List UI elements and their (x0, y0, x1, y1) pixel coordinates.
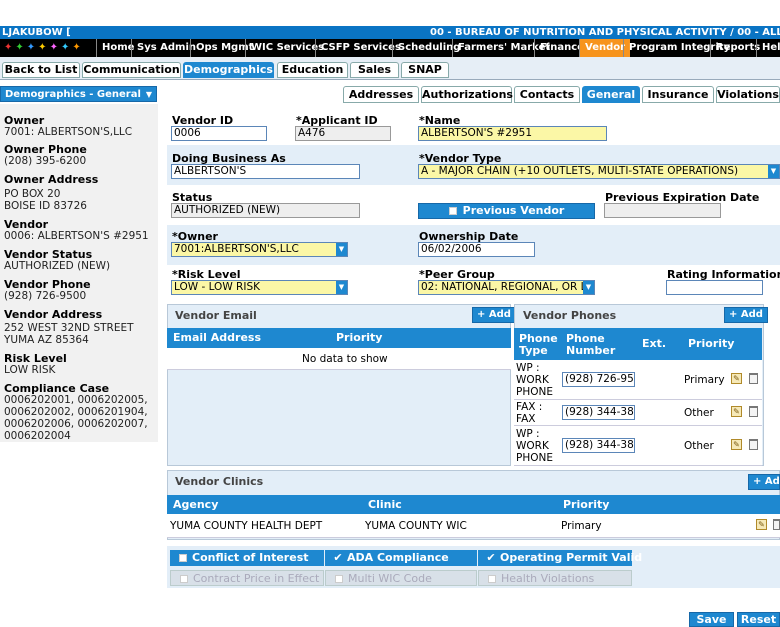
chevron-down-icon: ▼ (336, 243, 347, 256)
tab-contacts[interactable]: Contacts (514, 86, 580, 103)
operating-permit-checkbox[interactable]: ✔ Operating Permit Valid (478, 550, 642, 566)
owner-select[interactable]: 7001:ALBERTSON'S,LLC ▼ (171, 242, 348, 257)
health-violations-checkbox[interactable]: Health Violations (478, 570, 632, 586)
peer-group-select[interactable]: 02: NATIONAL, REGIONAL, OR LOCAL▼ (418, 280, 595, 295)
check-icon: ✔ (333, 551, 343, 564)
trash-icon[interactable] (773, 519, 780, 530)
user-label: LJAKUBOW [ (2, 27, 71, 38)
check-icon: ✔ (486, 551, 496, 564)
status-input: AUTHORIZED (NEW) (171, 203, 360, 218)
trash-icon[interactable] (749, 406, 758, 417)
vendor-type-select[interactable]: A - MAJOR CHAIN (+10 OUTLETS, MULTI-STAT… (418, 164, 780, 179)
email-empty-message: No data to show (302, 353, 388, 365)
trash-icon[interactable] (749, 439, 758, 450)
ada-compliance-checkbox[interactable]: ✔ ADA Compliance (325, 550, 477, 566)
compliance-case-line1: 0006202001, 0006202005, (4, 394, 148, 406)
applicant-id-input: A476 (295, 126, 391, 141)
prev-exp-date-input (604, 203, 721, 218)
email-table-header: Email Address Priority (167, 328, 511, 348)
phone-number-input[interactable]: (928) 344-3829 (562, 405, 635, 420)
chevron-down-icon: ▼ (768, 165, 779, 178)
tab-snap[interactable]: SNAP (401, 62, 449, 78)
rating-info-input[interactable] (666, 280, 763, 295)
checkbox-icon (179, 554, 187, 562)
agency-label: 00 - BUREAU OF NUTRITION AND PHYSICAL AC… (430, 27, 780, 38)
contract-price-checkbox[interactable]: Contract Price in Effect (170, 570, 324, 586)
trash-icon[interactable] (749, 373, 758, 384)
compliance-case-line4: 0006202004 (4, 430, 71, 442)
owner-address-label: Owner Address (4, 173, 99, 186)
vendor-status-value: AUTHORIZED (NEW) (4, 260, 111, 272)
vendor-id-input[interactable]: 0006 (171, 126, 267, 141)
chevron-down-icon: ▼ (145, 90, 152, 99)
tab-insurance[interactable]: Insurance (642, 86, 714, 103)
owner-address-line2: BOISE ID 83726 (4, 200, 87, 212)
app-logo: ✦✦✦✦✦✦✦ (0, 39, 96, 57)
app-root: LJAKUBOW [ 00 - BUREAU OF NUTRITION AND … (0, 0, 780, 627)
nav-help[interactable]: Help (756, 39, 780, 57)
risk-level-value: LOW RISK (4, 364, 56, 376)
edit-icon[interactable]: ✎ (731, 406, 742, 417)
ownership-date-input[interactable]: 06/02/2006 (418, 242, 535, 257)
tab-back-to-list[interactable]: Back to List (2, 62, 80, 78)
name-input[interactable]: ALBERTSON'S #2951 (418, 126, 607, 141)
vendor-value: 0006: ALBERTSON'S #2951 (4, 230, 149, 242)
owner-value: 7001: ALBERTSON'S,LLC (4, 126, 133, 138)
tab-general[interactable]: General (582, 86, 640, 103)
header-bar: LJAKUBOW [ 00 - BUREAU OF NUTRITION AND … (0, 26, 780, 39)
conflict-of-interest-checkbox[interactable]: Conflict of Interest (170, 550, 324, 566)
summary-dropdown[interactable]: Demographics - General ▼ (0, 86, 157, 102)
edit-icon[interactable]: ✎ (731, 439, 742, 450)
col-email-address: Email Address (173, 331, 262, 344)
dba-input[interactable]: ALBERTSON'S (171, 164, 360, 179)
col-agency: Agency (173, 498, 219, 511)
tab-authorizations[interactable]: Authorizations (421, 86, 513, 103)
compliance-case-line2: 0006202002, 0006201904, (4, 406, 148, 418)
edit-icon[interactable]: ✎ (756, 519, 767, 530)
phone-number-input[interactable]: (928) 726-9500 (562, 372, 635, 387)
col-clinic: Clinic (368, 498, 402, 511)
owner-address-line1: PO BOX 20 (4, 188, 61, 200)
checkbox-icon (335, 575, 343, 583)
vendor-clinics-title: Vendor Clinics (175, 475, 264, 488)
risk-level-select[interactable]: LOW - LOW RISK ▼ (171, 280, 348, 295)
phone-number-input[interactable]: (928) 344-3829 (562, 438, 635, 453)
checkbox-icon (180, 575, 188, 583)
tab-communication[interactable]: Communication (82, 62, 181, 78)
compliance-case-line3: 0006202006, 0006202007, (4, 418, 148, 430)
table-row (514, 400, 762, 426)
tab-demographics[interactable]: Demographics (183, 62, 274, 78)
chevron-down-icon: ▼ (336, 281, 347, 294)
checkbox-icon (448, 207, 457, 215)
save-button[interactable]: Save (689, 612, 734, 627)
clinics-table-header: Agency Clinic Priority (167, 495, 780, 514)
col-email-priority: Priority (336, 331, 383, 344)
tab-violations[interactable]: Violations (716, 86, 780, 103)
col-ext: Ext. (642, 337, 667, 350)
tab-sales[interactable]: Sales (350, 62, 399, 78)
add-clinic-button[interactable]: + Add (748, 474, 780, 490)
vendor-address-line1: 252 WEST 32ND STREET (4, 322, 134, 334)
vendor-phone-value: (928) 726-9500 (4, 290, 87, 302)
add-phone-button[interactable]: + Add (724, 307, 768, 323)
multi-wic-code-checkbox[interactable]: Multi WIC Code (325, 570, 477, 586)
vendor-email-title: Vendor Email (175, 309, 257, 322)
col-phone-priority: Priority (688, 337, 735, 350)
col-clinic-priority: Priority (563, 498, 610, 511)
vendor-phones-title: Vendor Phones (523, 309, 617, 322)
phones-table-header: Phone Type Phone Number Ext. Priority (514, 328, 762, 360)
add-email-button[interactable]: + Add (472, 307, 516, 323)
edit-icon[interactable]: ✎ (731, 373, 742, 384)
reset-button[interactable]: Reset (737, 612, 780, 627)
vendor-address-label: Vendor Address (4, 308, 103, 321)
owner-phone-value: (208) 395-6200 (4, 155, 87, 167)
tab-education[interactable]: Education (277, 62, 348, 78)
tab-addresses[interactable]: Addresses (343, 86, 419, 103)
vendor-address-line2: YUMA AZ 85364 (4, 334, 89, 346)
chevron-down-icon: ▼ (583, 281, 594, 294)
checkbox-icon (488, 575, 496, 583)
previous-vendor-checkbox[interactable]: Previous Vendor (418, 203, 595, 219)
